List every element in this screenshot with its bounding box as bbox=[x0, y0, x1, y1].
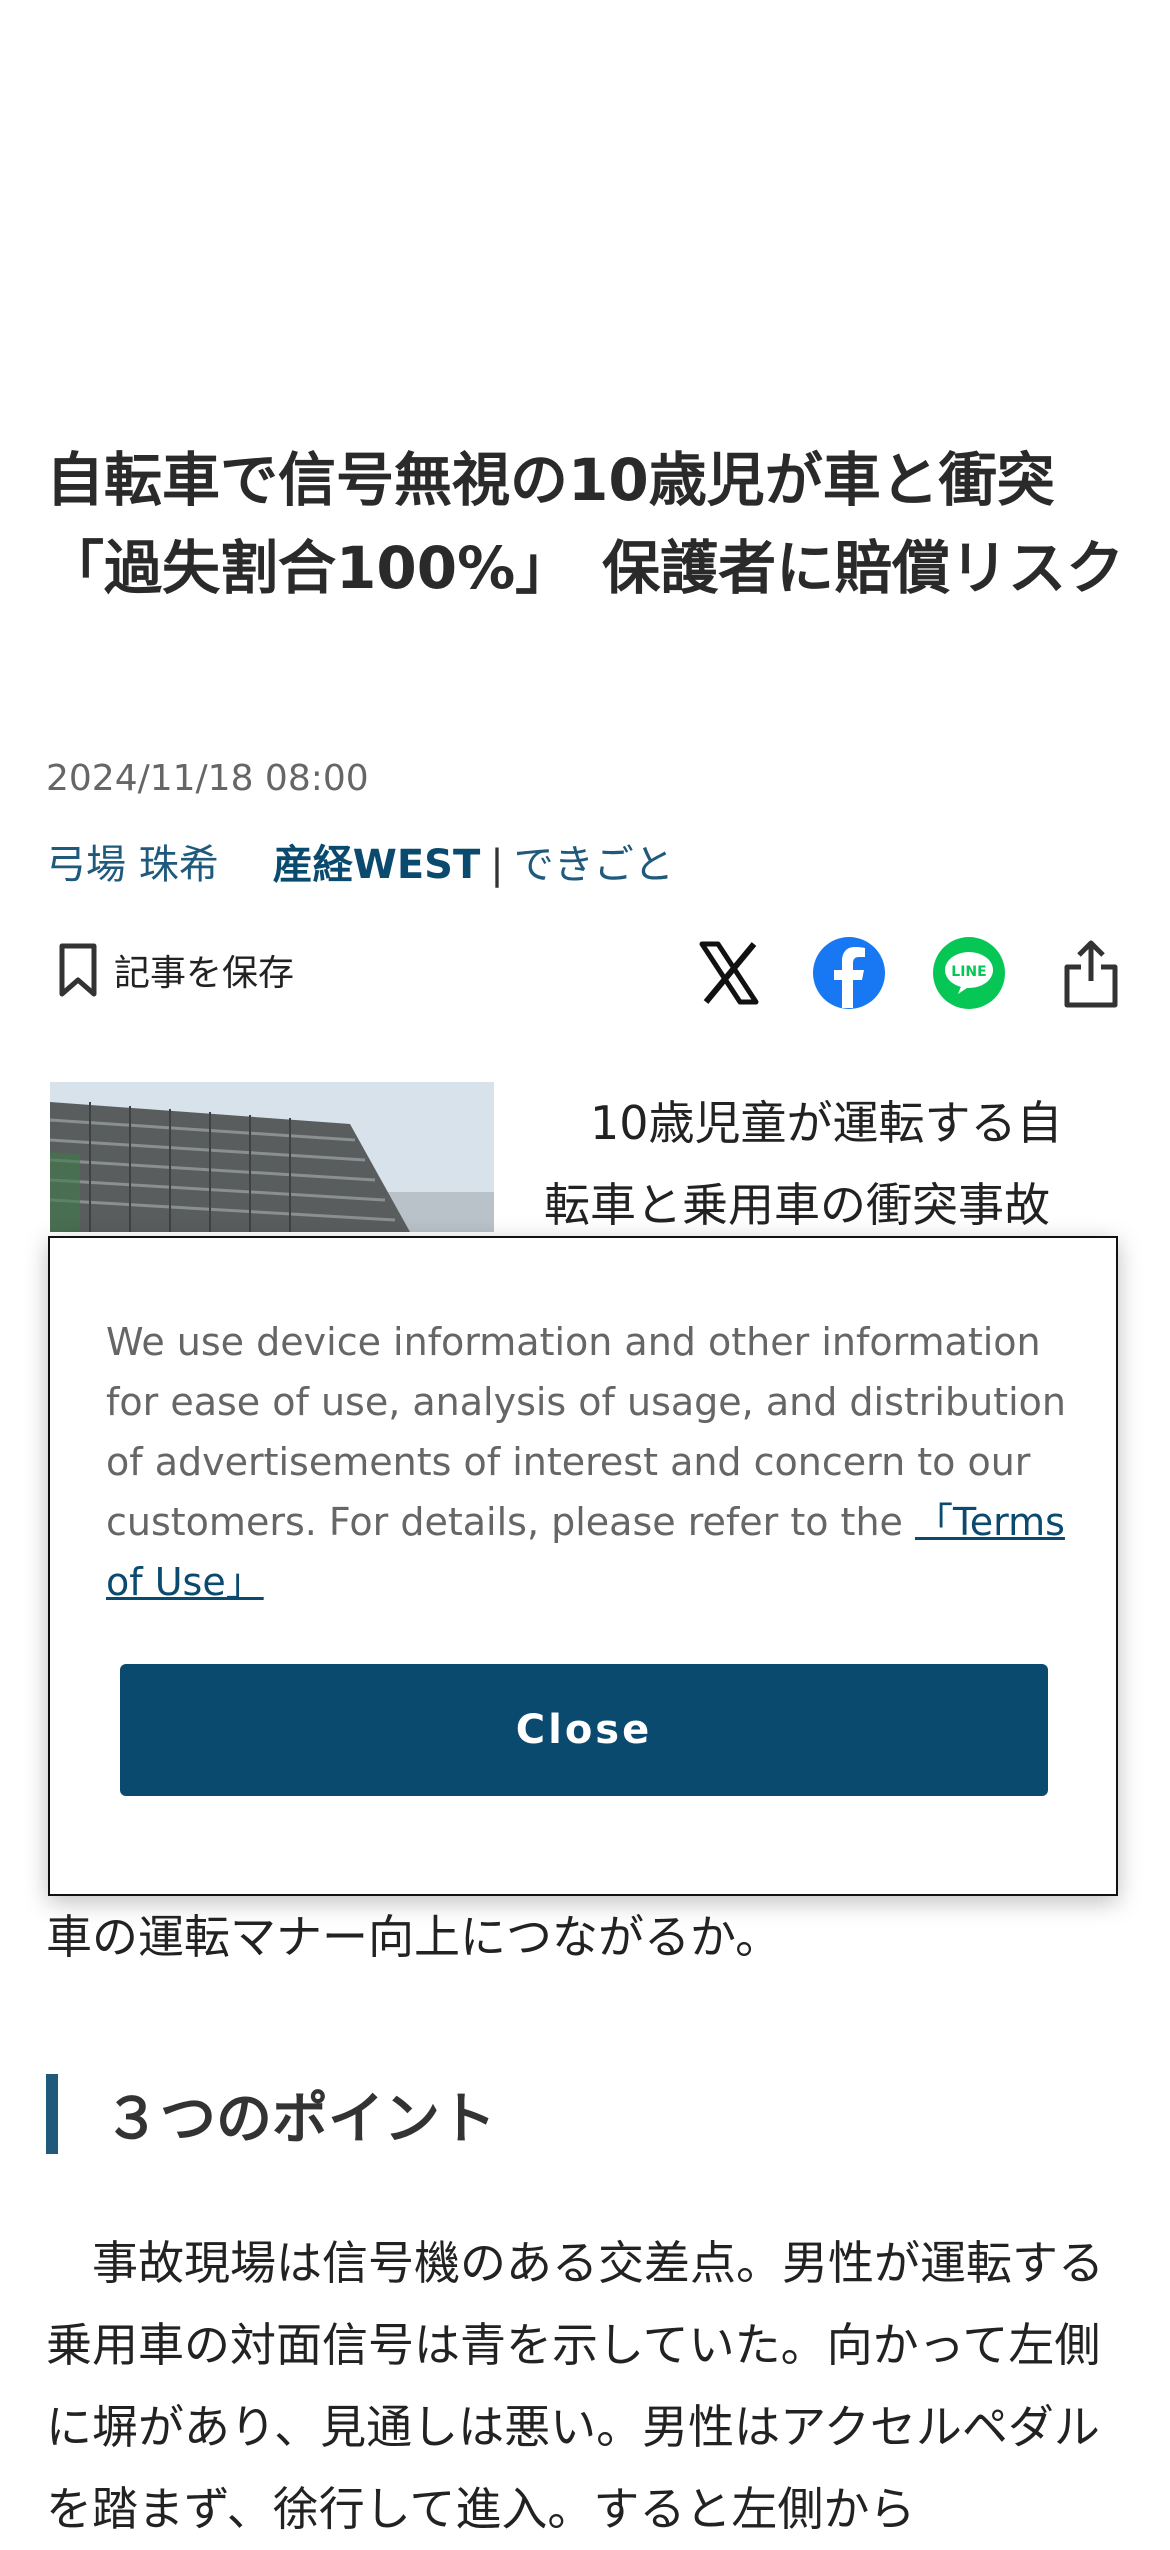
article-headline: 自転車で信号無視の10歳児が車と衝突「過失割合100%」 保護者に賠償リスク bbox=[46, 446, 1125, 602]
article-photo[interactable] bbox=[50, 1082, 494, 1232]
facebook-icon bbox=[813, 937, 885, 1009]
save-article-button[interactable]: 記事を保存 bbox=[56, 942, 294, 998]
source-link[interactable]: 産経WEST bbox=[273, 832, 481, 890]
save-article-label: 記事を保存 bbox=[114, 953, 295, 994]
article-body: 事故現場は信号機のある交差点。男性が運転する乗用車の対面信号は青を示していた。向… bbox=[46, 2236, 1104, 2536]
share-facebook-button[interactable] bbox=[806, 930, 892, 1016]
category-link[interactable]: できごと bbox=[514, 832, 674, 890]
article-actions: 記事を保存 LINE bbox=[46, 930, 1126, 1020]
share-button[interactable] bbox=[1048, 930, 1134, 1016]
x-icon bbox=[699, 941, 759, 1005]
author-link[interactable]: 弓場 珠希 bbox=[46, 832, 219, 890]
article-paragraph-end: 車の運転マナー向上につながるか。 bbox=[46, 1910, 782, 1964]
close-button[interactable]: Close bbox=[120, 1664, 1048, 1796]
section-accent-bar bbox=[46, 2074, 58, 2154]
line-icon: LINE bbox=[933, 937, 1005, 1009]
article-lead: 10歳児童が運転する自転車と乗用車の衝突事故 bbox=[544, 1096, 1063, 1232]
cookie-consent-text: We use device information and other info… bbox=[106, 1312, 1066, 1612]
share-x-button[interactable] bbox=[686, 930, 772, 1016]
ad-space bbox=[0, 0, 1170, 400]
share-icon bbox=[1064, 940, 1118, 1008]
section-heading: ３つのポイント bbox=[46, 2074, 496, 2154]
bookmark-icon bbox=[59, 943, 97, 997]
cookie-consent-dialog: We use device information and other info… bbox=[48, 1236, 1118, 1896]
svg-text:LINE: LINE bbox=[951, 964, 986, 980]
byline-separator: | bbox=[490, 842, 504, 888]
section-title: ３つのポイント bbox=[104, 2086, 496, 2152]
share-line-button[interactable]: LINE bbox=[926, 930, 1012, 1016]
building-photo bbox=[50, 1082, 494, 1232]
article-datetime: 2024/11/18 08:00 bbox=[46, 758, 369, 799]
byline: 弓場 珠希 産経WEST | できごと bbox=[46, 832, 674, 890]
